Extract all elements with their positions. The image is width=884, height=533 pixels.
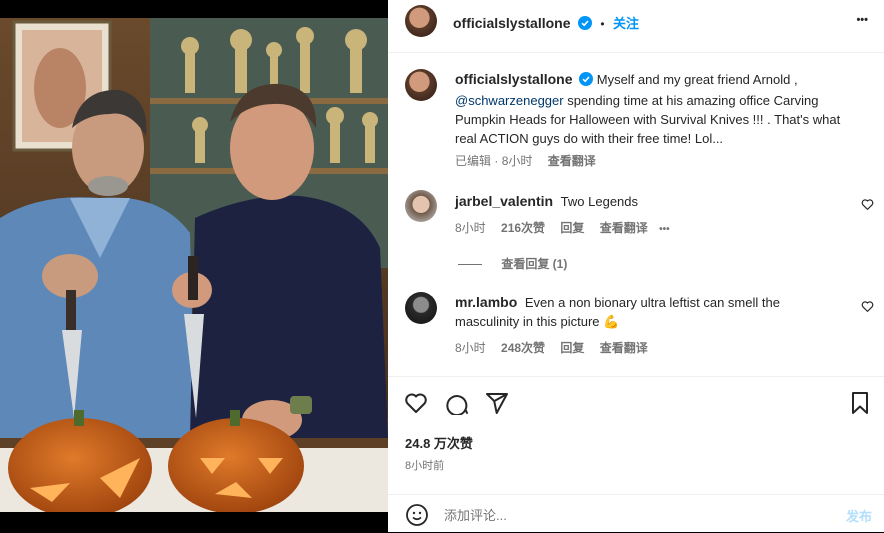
post-time: 8小时前 (405, 460, 445, 472)
meta-separator: · (494, 154, 499, 168)
comment-translate-link[interactable]: 查看翻译 (600, 341, 648, 355)
commenter-avatar[interactable] (405, 292, 437, 324)
comment-likes[interactable]: 248次赞 (501, 341, 545, 355)
view-replies-button[interactable]: 查看回复 (1) (501, 257, 567, 271)
post-side-panel: officialslystallone • 关注 ••• officialsly… (388, 0, 884, 532)
caption-avatar[interactable] (405, 69, 437, 101)
commenter-avatar[interactable] (405, 190, 437, 222)
reply-button[interactable]: 回复 (560, 341, 584, 355)
reply-button[interactable]: 回复 (560, 221, 584, 235)
mention-link[interactable]: @schwarzenegger (455, 93, 564, 108)
comment-icon[interactable] (445, 391, 469, 420)
caption-text-1: Myself and my great friend Arnold , (596, 72, 798, 87)
instagram-post: officialslystallone • 关注 ••• officialsly… (0, 0, 884, 532)
verified-icon (579, 72, 594, 91)
author-username[interactable]: officialslystallone (453, 15, 570, 31)
heart-icon[interactable] (861, 198, 874, 211)
caption-time: 8小时 (501, 154, 533, 168)
photo-illustration (0, 18, 388, 512)
likes-count[interactable]: 24.8 万次赞 (405, 433, 473, 452)
post-comment-button[interactable]: 发布 (846, 506, 872, 525)
comment-composer: 发布 (388, 494, 884, 533)
comment-input[interactable] (442, 503, 806, 527)
comment-likes[interactable]: 216次赞 (501, 221, 545, 235)
emoji-icon[interactable] (405, 503, 429, 532)
share-icon[interactable] (485, 391, 509, 420)
comment-more-icon[interactable]: ••• (659, 224, 670, 235)
caption-username[interactable]: officialslystallone (455, 71, 572, 87)
post-header: officialslystallone • 关注 ••• (388, 0, 884, 53)
comment-username[interactable]: mr.lambo (455, 294, 517, 310)
heart-icon[interactable] (861, 300, 874, 313)
comment-translate-link[interactable]: 查看翻译 (600, 221, 648, 235)
post-photo[interactable] (0, 0, 388, 532)
follow-button[interactable]: 关注 (613, 16, 639, 31)
comment-time: 8小时 (455, 221, 486, 235)
edited-label: 已编辑 (455, 154, 492, 168)
more-icon[interactable]: ••• (856, 14, 868, 26)
author-avatar[interactable] (405, 5, 437, 37)
header-separator: • (600, 17, 605, 31)
bookmark-icon[interactable] (848, 391, 872, 420)
comment-time: 8小时 (455, 341, 486, 355)
caption-translate-link[interactable]: 查看翻译 (548, 154, 596, 168)
comment-username[interactable]: jarbel_valentin (455, 193, 553, 209)
verified-icon (577, 16, 592, 35)
replies-divider (458, 264, 482, 266)
heart-icon[interactable] (404, 391, 428, 420)
action-bar: 24.8 万次赞 8小时前 (388, 376, 884, 472)
comment-text: Two Legends (560, 194, 639, 209)
